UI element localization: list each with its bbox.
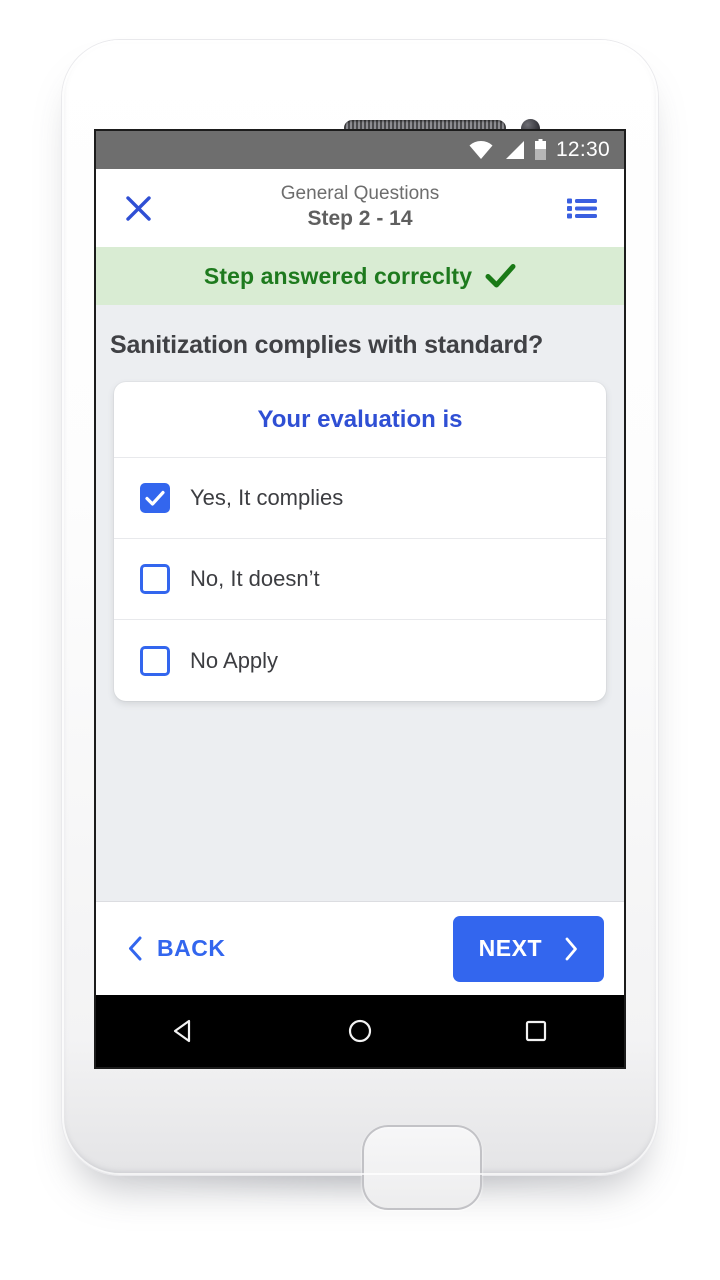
check-icon xyxy=(485,264,516,288)
close-icon xyxy=(125,195,151,221)
battery-icon xyxy=(534,139,546,160)
option-row-no-apply[interactable]: No Apply xyxy=(114,620,606,701)
app-bar-titles: General Questions Step 2 - 14 xyxy=(96,169,624,247)
circle-home-icon xyxy=(348,1019,372,1043)
nav-recents-button[interactable] xyxy=(506,1018,566,1044)
next-button-label: NEXT xyxy=(478,935,542,961)
close-button[interactable] xyxy=(118,195,158,222)
status-bar-clock: 12:30 xyxy=(555,138,610,161)
question-text: Sanitization complies with standard? xyxy=(110,331,544,359)
app-bar: General Questions Step 2 - 14 xyxy=(96,169,624,247)
status-banner: Step answered correclty xyxy=(96,247,624,305)
phone-screen: 12:30 General Questions Step 2 - 14 Step… xyxy=(96,131,624,1067)
list-menu-button[interactable] xyxy=(562,196,602,220)
wifi-icon xyxy=(469,141,493,159)
chevron-right-icon xyxy=(565,937,577,960)
android-nav-bar xyxy=(96,995,624,1067)
nav-back-button[interactable] xyxy=(154,1018,214,1044)
screenshot-stage: 12:30 General Questions Step 2 - 14 Step… xyxy=(0,0,720,1280)
signal-icon xyxy=(505,141,524,159)
option-row-no-it-doesnt[interactable]: No, It doesn’t xyxy=(114,539,606,620)
page-title: General Questions xyxy=(280,183,440,205)
back-button-label: BACK xyxy=(157,935,226,961)
checkmark-icon xyxy=(145,490,165,506)
option-label: No, It doesn’t xyxy=(190,566,320,591)
checkbox-checked-icon[interactable] xyxy=(140,483,170,513)
nav-home-button[interactable] xyxy=(330,1018,390,1044)
evaluation-card: Your evaluation is Yes, It complies No, … xyxy=(114,382,606,701)
wizard-footer: BACK NEXT xyxy=(96,901,624,995)
back-button[interactable]: BACK xyxy=(116,927,237,970)
triangle-back-icon xyxy=(173,1019,191,1043)
option-label: Yes, It complies xyxy=(190,485,344,510)
physical-home-button[interactable] xyxy=(362,1125,482,1210)
checkbox-unchecked-icon[interactable] xyxy=(140,645,170,676)
square-recents-icon xyxy=(525,1020,547,1042)
status-bar: 12:30 xyxy=(96,131,624,169)
checkbox-unchecked-icon[interactable] xyxy=(140,564,170,594)
status-banner-text: Step answered correclty xyxy=(203,262,473,289)
chevron-left-icon xyxy=(129,936,142,961)
step-indicator: Step 2 - 14 xyxy=(307,207,413,231)
next-button[interactable]: NEXT xyxy=(452,915,604,982)
list-icon xyxy=(567,198,597,219)
option-row-yes-it-complies[interactable]: Yes, It complies xyxy=(114,458,606,539)
option-label: No Apply xyxy=(190,647,279,673)
evaluation-card-header: Your evaluation is xyxy=(114,382,606,458)
